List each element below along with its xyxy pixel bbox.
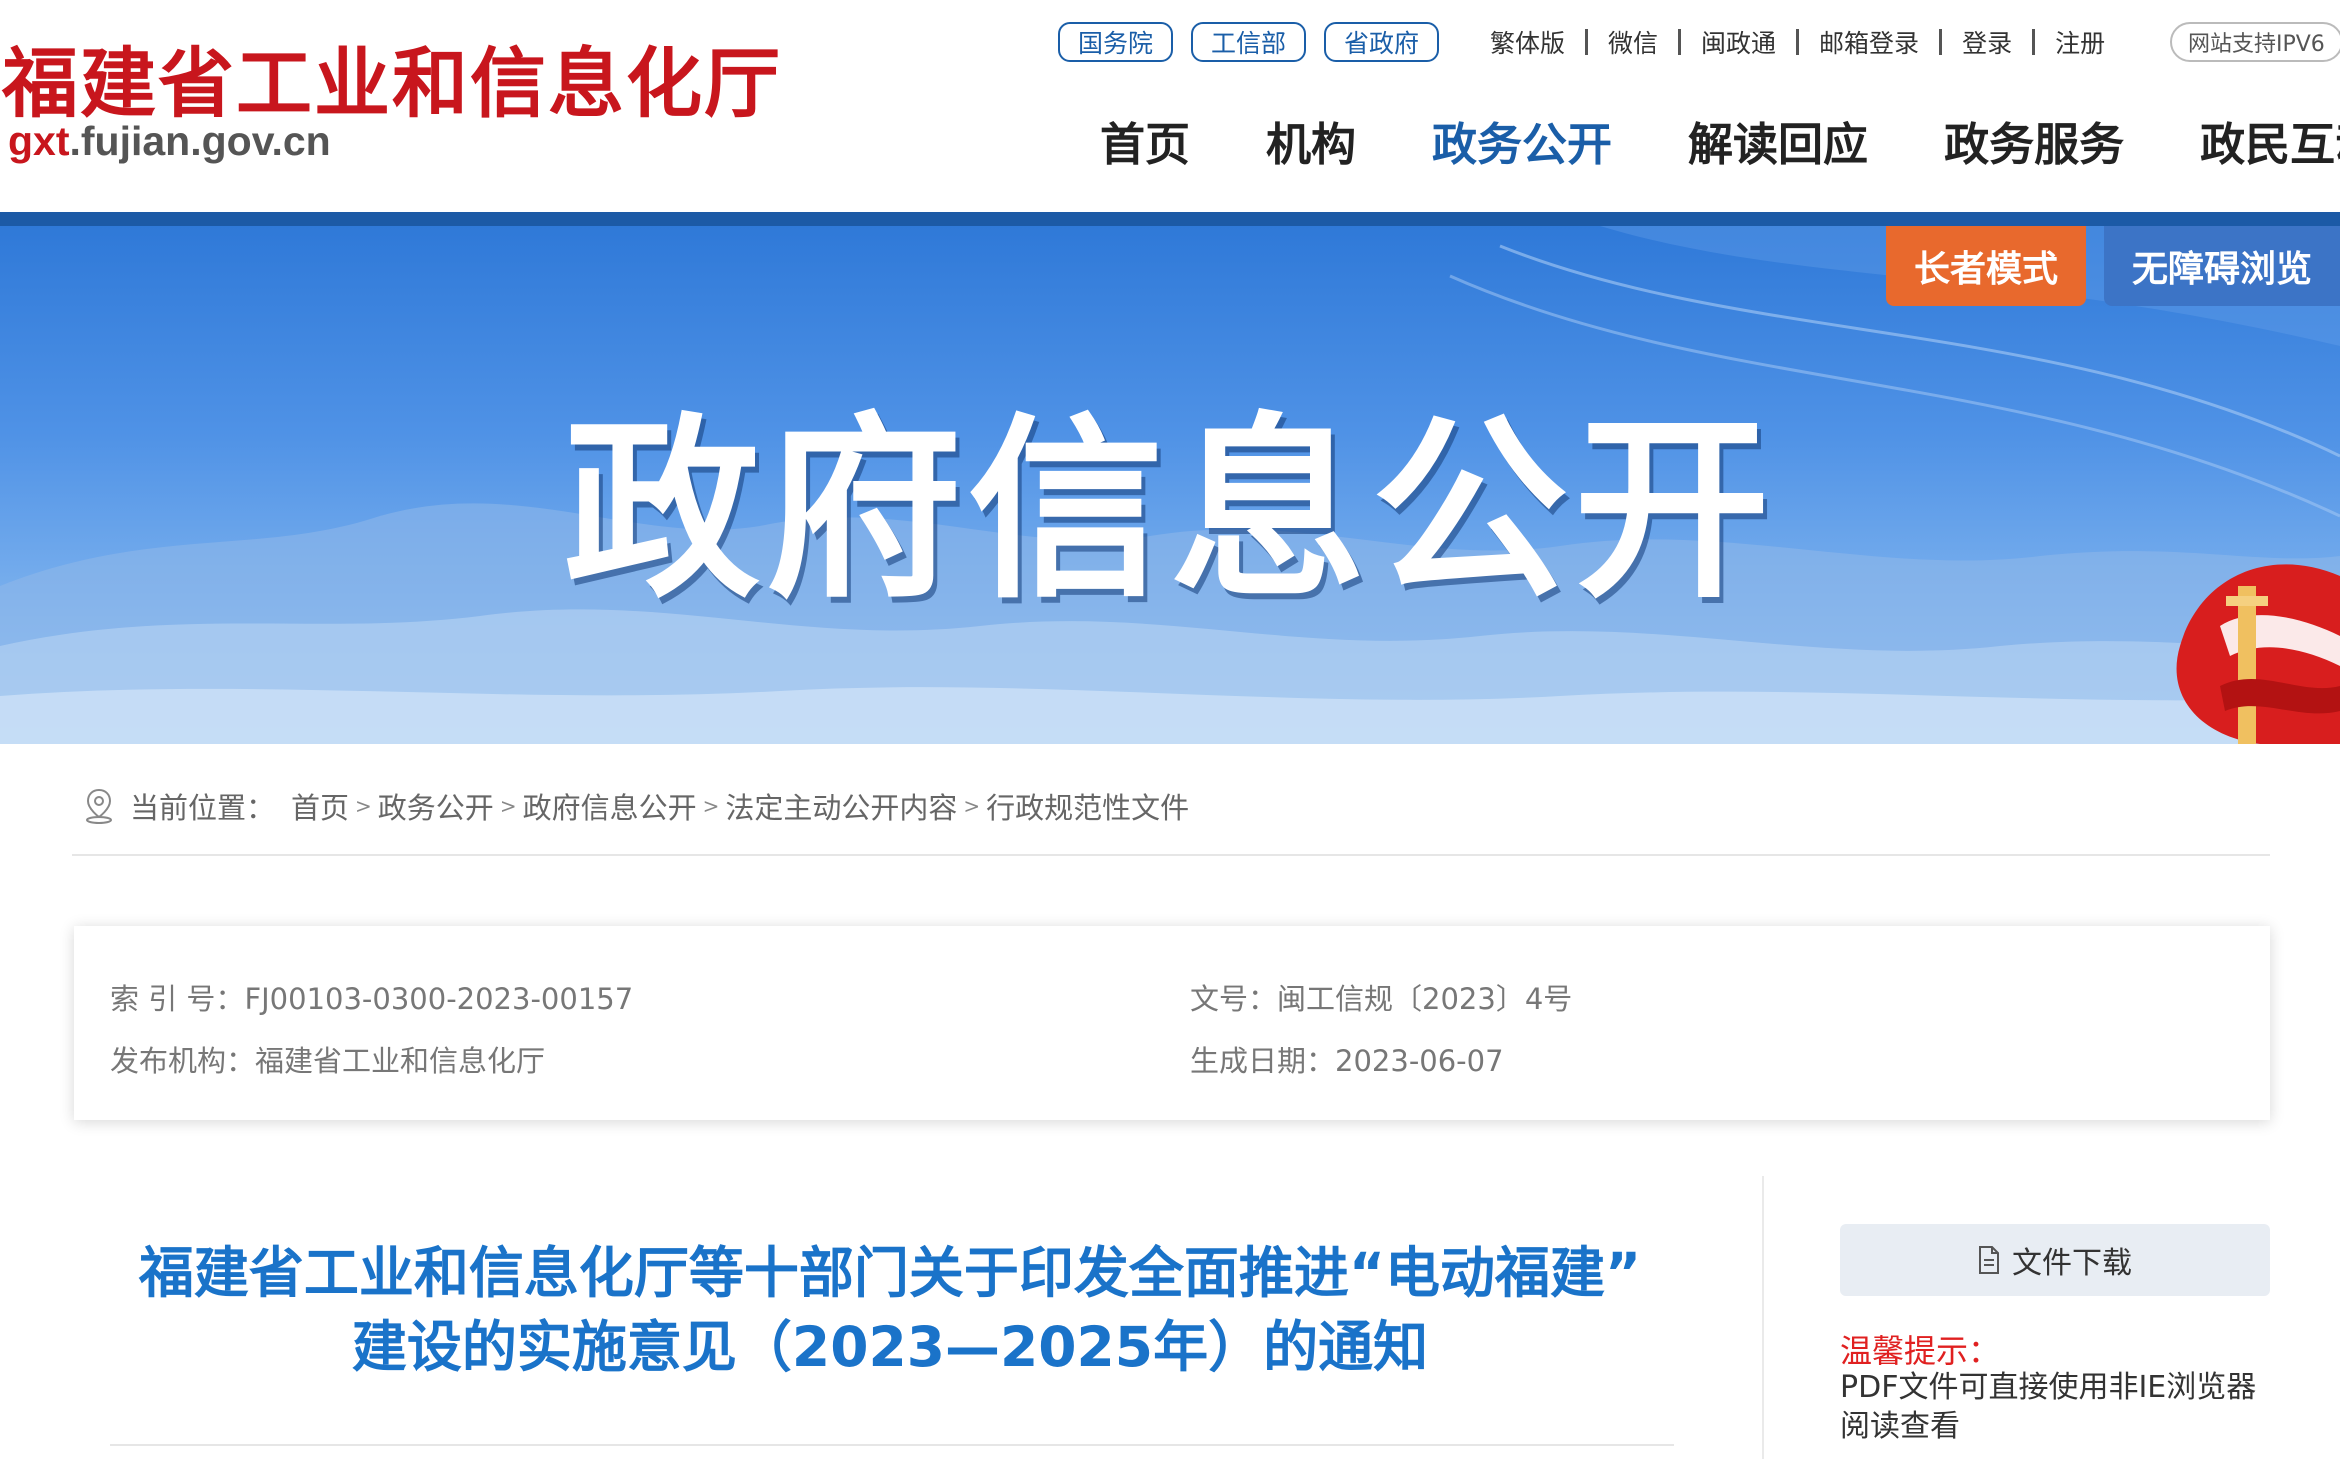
breadcrumb-normative-documents[interactable]: 行政规范性文件	[986, 785, 1189, 827]
meta-index-number: 索 引 号：FJ00103-0300-2023-00157	[110, 976, 633, 1018]
site-logo[interactable]: 福建省工业和信息化厅	[2, 22, 782, 132]
divider	[2032, 29, 2036, 55]
divider	[1796, 29, 1800, 55]
breadcrumb-label: 当前位置：	[130, 791, 276, 825]
nav-organization[interactable]: 机构	[1266, 108, 1356, 173]
column-divider	[1762, 1176, 1764, 1459]
accessibility-button[interactable]: 无障碍浏览	[2104, 226, 2340, 306]
breadcrumb-info-disclosure[interactable]: 政府信息公开	[523, 785, 697, 827]
divider	[1678, 29, 1682, 55]
breadcrumb-government-affairs[interactable]: 政务公开	[378, 785, 494, 827]
meta-date-value: 2023-06-07	[1335, 1044, 1504, 1078]
divider	[1585, 29, 1589, 55]
divider	[1939, 29, 1943, 55]
register-link[interactable]: 注册	[2055, 24, 2105, 60]
meta-index-label: 索 引 号：	[110, 982, 245, 1016]
breadcrumb-statutory-content[interactable]: 法定主动公开内容	[725, 785, 957, 827]
main-nav: 首页 机构 政务公开 解读回应 政务服务 政民互动	[1100, 108, 2340, 173]
traditional-chinese-link[interactable]: 繁体版	[1490, 24, 1565, 60]
nav-interpretation[interactable]: 解读回应	[1688, 108, 1868, 173]
file-download-button[interactable]: 文件下载	[1840, 1224, 2270, 1296]
breadcrumb-separator: >	[963, 794, 981, 818]
meta-publisher-value: 福建省工业和信息化厅	[255, 1044, 546, 1078]
meta-doc-no-value: 闽工信规〔2023〕4号	[1277, 982, 1573, 1016]
title-divider	[110, 1444, 1674, 1446]
document-meta-card: 索 引 号：FJ00103-0300-2023-00157 文号：闽工信规〔20…	[74, 926, 2270, 1120]
article-title-line-1: 福建省工业和信息化厅等十部门关于印发全面推进“电动福建”	[138, 1241, 1642, 1305]
location-pin-icon	[86, 788, 112, 824]
mailbox-login-link[interactable]: 邮箱登录	[1819, 24, 1919, 60]
meta-publisher: 发布机构：福建省工业和信息化厅	[110, 1038, 545, 1080]
gov-link-state-council[interactable]: 国务院	[1058, 22, 1174, 62]
minzhengtong-link[interactable]: 闽政通	[1701, 24, 1776, 60]
site-url-rest: .fujian.gov.cn	[69, 118, 331, 164]
breadcrumb-separator: >	[355, 794, 372, 818]
tip-body: PDF文件可直接使用非IE浏览器阅读查看	[1840, 1370, 2257, 1444]
article-title-line-2: 建设的实施意见（2023—2025年）的通知	[351, 1315, 1429, 1379]
breadcrumb: 当前位置： 首页 > 政务公开 > 政府信息公开 > 法定主动公开内容 > 行政…	[82, 782, 1189, 830]
banner-title: 政府信息公开	[563, 397, 1776, 625]
hero-banner: 政府信息公开 长者模式 无障碍浏览	[0, 226, 2340, 744]
document-icon	[1979, 1246, 1999, 1274]
login-link[interactable]: 登录	[1962, 24, 2012, 60]
gov-links: 国务院 工信部 省政府	[1058, 22, 1457, 62]
site-header: 福建省工业和信息化厅 gxt.fujian.gov.cn 国务院 工信部 省政府…	[0, 0, 2340, 212]
meta-date: 生成日期：2023-06-07	[1190, 1038, 1504, 1080]
meta-document-number: 文号：闽工信规〔2023〕4号	[1190, 976, 1572, 1018]
nav-services[interactable]: 政务服务	[1944, 108, 2124, 173]
meta-date-label: 生成日期：	[1190, 1044, 1336, 1078]
header-divider	[0, 212, 2340, 226]
tip-title: 温馨提示：	[1840, 1332, 2001, 1370]
site-url-prefix: gxt	[8, 118, 70, 164]
huabiao-emblem-icon	[2176, 564, 2340, 744]
gov-link-miit[interactable]: 工信部	[1191, 22, 1307, 62]
elder-mode-button[interactable]: 长者模式	[1886, 226, 2086, 306]
nav-home[interactable]: 首页	[1100, 108, 1190, 173]
article-title: 福建省工业和信息化厅等十部门关于印发全面推进“电动福建” 建设的实施意见（202…	[70, 1236, 1710, 1384]
gov-link-province[interactable]: 省政府	[1324, 22, 1440, 62]
file-download-label: 文件下载	[2012, 1246, 2132, 1281]
utility-links: 繁体版 微信 闽政通 邮箱登录 登录 注册	[1490, 22, 2105, 62]
meta-publisher-label: 发布机构：	[110, 1044, 256, 1078]
breadcrumb-separator: >	[702, 794, 720, 818]
ipv6-badge: 网站支持IPV6	[2170, 22, 2340, 62]
wechat-link[interactable]: 微信	[1608, 24, 1658, 60]
meta-index-value: FJ00103-0300-2023-00157	[244, 982, 634, 1016]
nav-interaction[interactable]: 政民互动	[2200, 108, 2340, 173]
site-url: gxt.fujian.gov.cn	[8, 118, 331, 165]
breadcrumb-separator: >	[499, 794, 517, 818]
breadcrumb-home[interactable]: 首页	[291, 785, 349, 827]
meta-doc-no-label: 文号：	[1190, 982, 1278, 1016]
nav-government-affairs[interactable]: 政务公开	[1432, 108, 1612, 173]
breadcrumb-divider	[72, 854, 2270, 856]
